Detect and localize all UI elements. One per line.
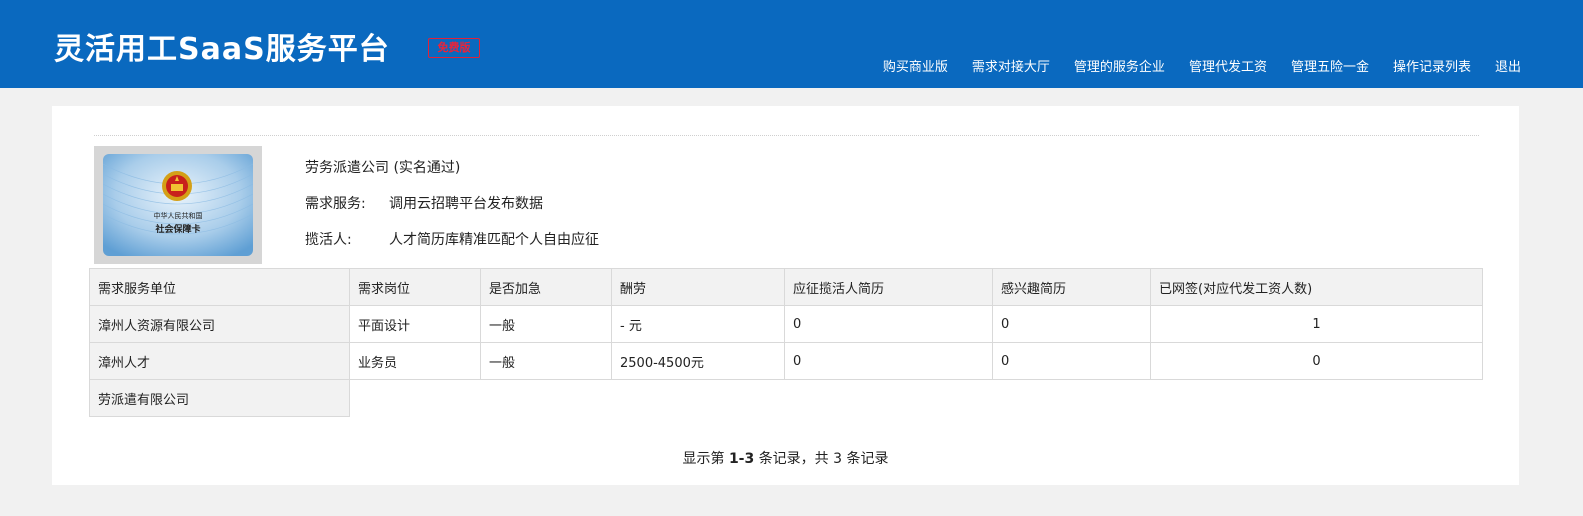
- cell-position: 业务员: [349, 342, 481, 380]
- empty-cell: [349, 379, 1483, 417]
- cell-urgent: 一般: [480, 305, 612, 343]
- cell-applicants: 0: [784, 342, 993, 380]
- demand-table: 需求服务单位 需求岗位 是否加急 酬劳 应征揽活人简历 感兴趣简历 已网签(对应…: [89, 268, 1483, 417]
- social-security-card-icon: 中华人民共和国 社会保障卡: [103, 154, 253, 256]
- canvasser-label: 揽活人:: [305, 232, 352, 248]
- table-row: 漳州人才 业务员 一般 2500-4500元 0 0 0: [89, 342, 1483, 380]
- cell-unit: 漳州人才: [89, 342, 350, 380]
- nav-managed-companies[interactable]: 管理的服务企业: [1074, 56, 1165, 75]
- table-header-row: 需求服务单位 需求岗位 是否加急 酬劳 应征揽活人简历 感兴趣简历 已网签(对应…: [89, 268, 1483, 306]
- top-header: 灵活用工SaaS服务平台 免费版 购买商业版 需求对接大厅 管理的服务企业 管理…: [0, 0, 1583, 88]
- svg-text:中华人民共和国: 中华人民共和国: [154, 211, 203, 220]
- app-title: 灵活用工SaaS服务平台: [54, 32, 390, 67]
- cell-unit: 漳州人资源有限公司: [89, 305, 350, 343]
- cell-signed: 1: [1150, 305, 1483, 343]
- pager-suffix: 条记录: [846, 451, 889, 467]
- nav-demand-hall[interactable]: 需求对接大厅: [972, 56, 1050, 75]
- service-row: 需求服务: 调用云招聘平台发布数据: [305, 194, 599, 230]
- col-header: 需求服务单位: [89, 268, 350, 306]
- col-header: 已网签(对应代发工资人数): [1150, 268, 1483, 306]
- pager-total: 3: [833, 451, 843, 467]
- col-header: 酬劳: [611, 268, 785, 306]
- cell-applicants: 0: [784, 305, 993, 343]
- col-header: 感兴趣简历: [992, 268, 1151, 306]
- top-nav: 购买商业版 需求对接大厅 管理的服务企业 管理代发工资 管理五险一金 操作记录列…: [883, 56, 1521, 75]
- nav-buy-commercial[interactable]: 购买商业版: [883, 56, 948, 75]
- cell-interested: 0: [992, 305, 1151, 343]
- col-header: 需求岗位: [349, 268, 481, 306]
- service-value: 调用云招聘平台发布数据: [389, 196, 543, 212]
- pager-middle: 条记录，共: [758, 451, 829, 467]
- cell-signed: 0: [1150, 342, 1483, 380]
- company-name: 劳务派遣公司 (实名通过): [305, 160, 461, 176]
- edition-badge: 免费版: [428, 38, 480, 58]
- nav-payroll[interactable]: 管理代发工资: [1189, 56, 1267, 75]
- company-info: 劳务派遣公司 (实名通过) 需求服务: 调用云招聘平台发布数据 揽活人: 人才简历库…: [305, 158, 599, 266]
- nav-insurance[interactable]: 管理五险一金: [1291, 56, 1369, 75]
- svg-text:社会保障卡: 社会保障卡: [154, 223, 200, 235]
- table-row: 漳州人资源有限公司 平面设计 一般 - 元 0 0 1: [89, 305, 1483, 343]
- cell-position: 平面设计: [349, 305, 481, 343]
- pagination-summary: 显示第 1-3 条记录，共 3 条记录: [52, 448, 1519, 468]
- canvasser-value: 人才简历库精准匹配个人自由应征: [389, 232, 599, 248]
- cell-pay: 2500-4500元: [611, 342, 785, 380]
- divider: [94, 135, 1479, 136]
- cell-pay: - 元: [611, 305, 785, 343]
- pager-range: 1-3: [728, 451, 755, 467]
- cell-interested: 0: [992, 342, 1151, 380]
- col-header: 是否加急: [480, 268, 612, 306]
- nav-operation-log[interactable]: 操作记录列表: [1393, 56, 1471, 75]
- main-panel: 中华人民共和国 社会保障卡 劳务派遣公司 (实名通过) 需求服务: 调用云招聘平台…: [52, 106, 1519, 485]
- company-image: 中华人民共和国 社会保障卡: [94, 146, 262, 264]
- cell-unit: 劳派遣有限公司: [89, 379, 350, 417]
- table-row: 劳派遣有限公司: [89, 379, 1483, 417]
- pager-prefix: 显示第: [682, 451, 725, 467]
- col-header: 应征揽活人简历: [784, 268, 993, 306]
- cell-urgent: 一般: [480, 342, 612, 380]
- canvasser-row: 揽活人: 人才简历库精准匹配个人自由应征: [305, 230, 599, 266]
- nav-logout[interactable]: 退出: [1495, 56, 1521, 75]
- service-label: 需求服务:: [305, 196, 366, 212]
